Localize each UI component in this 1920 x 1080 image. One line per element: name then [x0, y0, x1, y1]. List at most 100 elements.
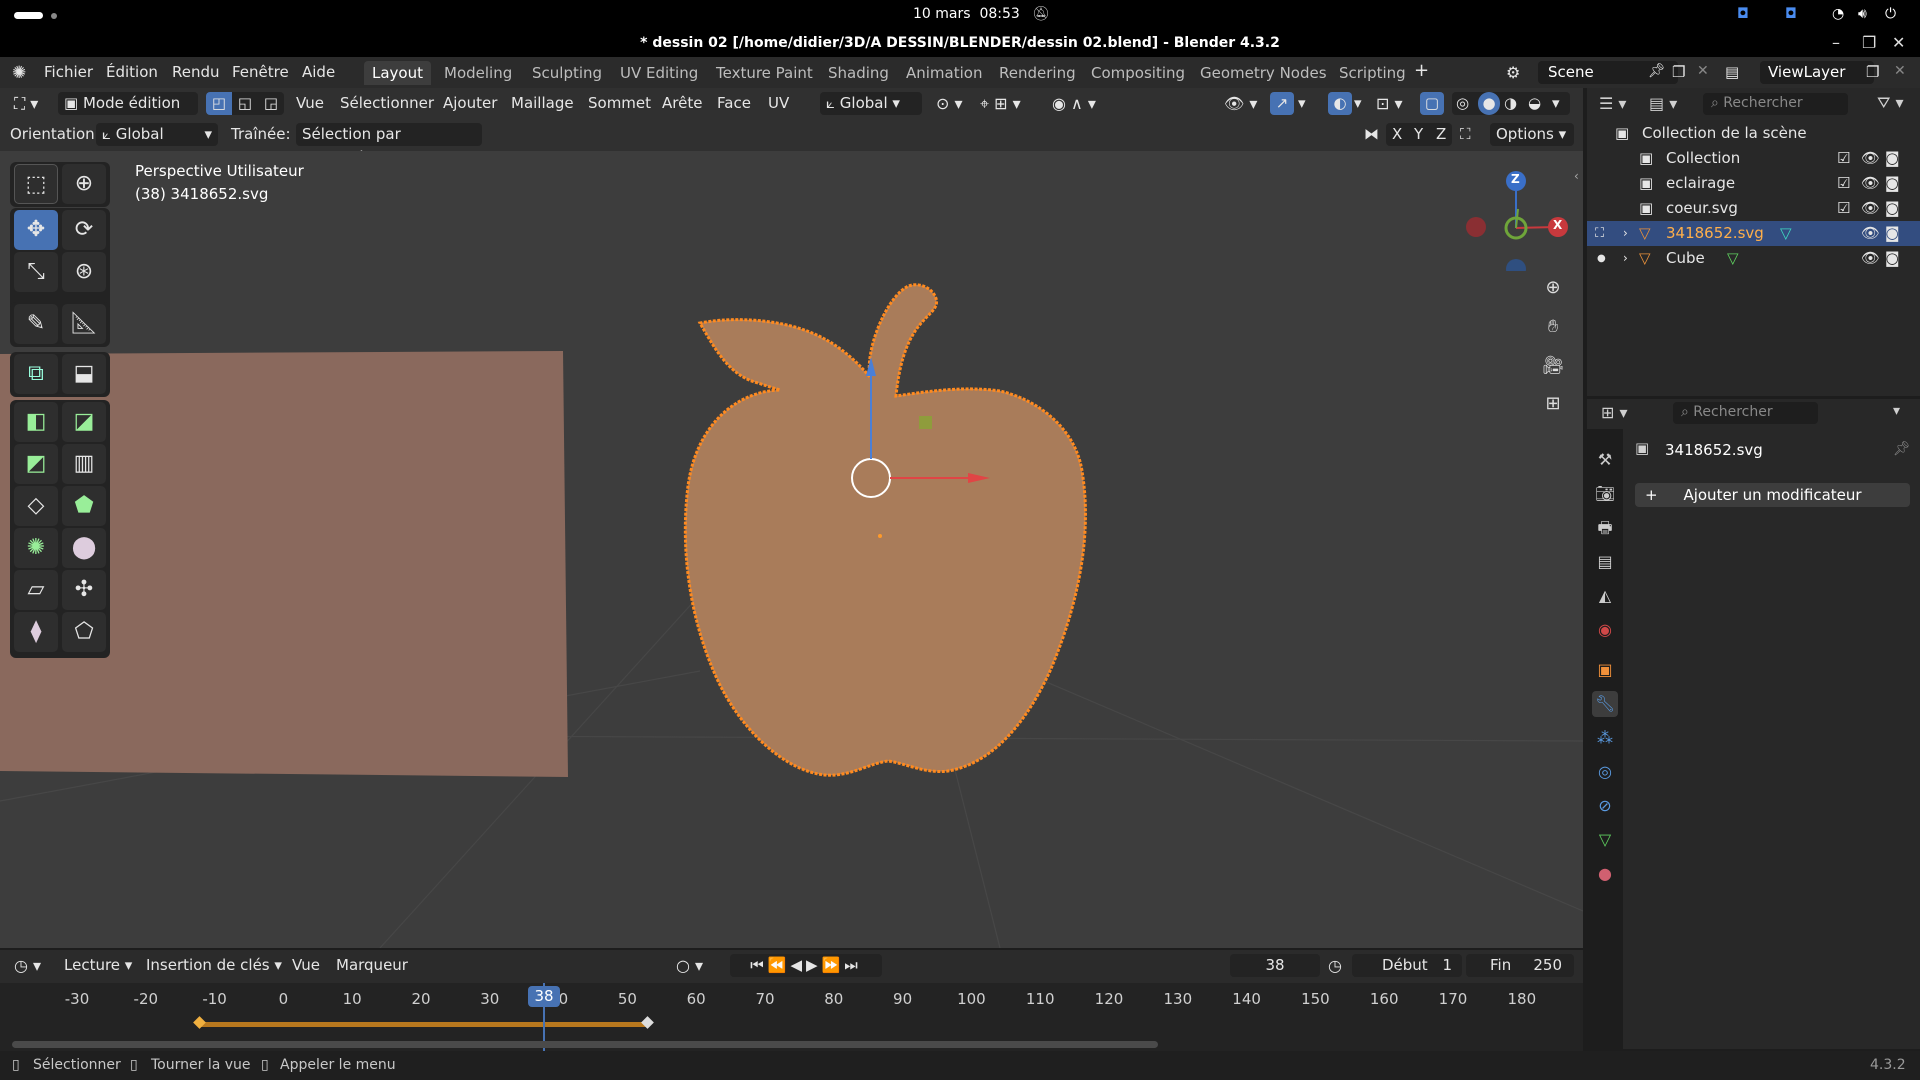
render-camera-icon[interactable]: ◙ — [1885, 171, 1900, 196]
xray-toggle-icon[interactable]: ▢ — [1420, 92, 1444, 115]
render-camera-icon[interactable]: ◙ — [1885, 221, 1900, 246]
preview-range-icon[interactable]: ◷ — [1328, 954, 1342, 977]
new-scene-icon[interactable]: ❐ — [1672, 63, 1685, 81]
tab-scripting[interactable]: Scripting — [1331, 61, 1414, 85]
bevel-icon[interactable]: ◩ — [14, 444, 58, 484]
rotate-icon[interactable]: ⟳ — [62, 210, 106, 250]
mesh-data-icon[interactable]: ▽ — [1780, 221, 1792, 246]
mirror-x-toggle[interactable]: X — [1392, 123, 1402, 146]
shear-icon[interactable]: ⧫ — [14, 612, 58, 652]
remove-view-layer-icon[interactable]: ✕ — [1894, 63, 1906, 79]
volume-icon[interactable]: 🔊︎ — [1858, 6, 1867, 22]
properties-editor-icon[interactable]: ⊞ ▾ — [1601, 403, 1628, 422]
timeline-marker-menu[interactable]: Marqueur — [336, 954, 408, 977]
add-mesh-icon[interactable]: ⬓ — [62, 354, 106, 394]
tab-animation[interactable]: Animation — [898, 61, 990, 85]
gizmo-plane-handle[interactable] — [919, 416, 932, 429]
menu-vertex[interactable]: Sommet — [588, 92, 651, 115]
outliner-row-cube[interactable]: ● › ▽ Cube ▽ 👁︎ ◙ — [1587, 246, 1920, 271]
menu-face[interactable]: Face — [717, 92, 751, 115]
mirror-z-toggle[interactable]: Z — [1436, 123, 1446, 146]
view-layer-icon[interactable]: ▤ — [1725, 63, 1739, 81]
annotate-icon[interactable]: ✎ — [14, 304, 58, 344]
snap-icon[interactable]: ⌖ ⊞ ▾ — [980, 92, 1021, 115]
expand-chevron-icon[interactable]: › — [1623, 246, 1628, 271]
knife-icon[interactable]: ◇ — [14, 486, 58, 526]
mirror-y-toggle[interactable]: Y — [1414, 123, 1423, 146]
mode-selector[interactable]: ▣ Mode édition ▾ — [58, 92, 198, 135]
visibility-eye-icon[interactable]: 👁︎ — [1861, 196, 1880, 221]
camera-view-icon[interactable]: 🎥︎ — [1538, 351, 1568, 381]
gizmo-toggle-icon[interactable]: ↗ — [1270, 92, 1294, 115]
edit-mode-indicator-icon[interactable]: ⛶ — [1595, 221, 1604, 246]
tool-tab-icon[interactable]: ⚒ — [1592, 447, 1618, 473]
shrink-fatten-icon[interactable]: ✣ — [62, 570, 106, 610]
menu-view[interactable]: Vue — [296, 92, 324, 115]
timeline-body[interactable]: -30-20-100102030405060708090100110120130… — [0, 983, 1583, 1051]
blender-logo-icon[interactable]: ✺ — [12, 63, 26, 83]
outliner-editor-icon[interactable]: ☰ ▾ — [1599, 94, 1626, 113]
object-tab-icon[interactable]: ▣ — [1592, 657, 1618, 683]
edge-slide-icon[interactable]: ▱ — [14, 570, 58, 610]
tab-uv-editing[interactable]: UV Editing — [612, 61, 706, 85]
activities-indicator[interactable] — [14, 12, 43, 19]
overlay-dropdown[interactable]: ▾ — [1354, 92, 1362, 115]
edge-select-icon[interactable]: ◱ — [232, 92, 258, 115]
pin-icon[interactable]: 📌︎ — [1893, 441, 1911, 457]
cursor-icon[interactable]: ⊕ — [62, 164, 106, 204]
data-tab-icon[interactable]: ▽ — [1592, 827, 1618, 853]
maximize-icon[interactable]: ❐ — [1862, 31, 1876, 55]
extrude-icon[interactable]: ◧ — [14, 402, 58, 442]
sidebar-toggle-icon[interactable]: ‹ — [1574, 169, 1579, 183]
playback-menu[interactable]: Lecture ▾ — [64, 954, 132, 977]
timeline-view-menu[interactable]: Vue — [292, 954, 320, 977]
menu-select[interactable]: Sélectionner — [340, 92, 434, 115]
playback-controls[interactable]: ⏮⏪◀▶⏩⏭ — [730, 954, 882, 977]
output-tab-icon[interactable]: 🖶︎ — [1592, 515, 1618, 541]
tab-geometry-nodes[interactable]: Geometry Nodes — [1192, 61, 1335, 85]
proportional-edit-icon[interactable]: ◉ ∧ ▾ — [1052, 92, 1096, 115]
editor-type-icon[interactable]: ⛶ ▾ — [14, 92, 38, 115]
transform-icon[interactable]: ⊛ — [62, 252, 106, 292]
3d-viewport[interactable]: Perspective Utilisateur (38) 3418652.svg… — [0, 151, 1583, 948]
menu-edit[interactable]: Édition — [106, 63, 158, 81]
material-tab-icon[interactable]: ● — [1592, 861, 1618, 887]
tab-sculpting[interactable]: Sculpting — [524, 61, 610, 85]
properties-search-input[interactable]: ⌕ Rechercher — [1673, 402, 1818, 424]
wireframe-shading-icon[interactable]: ◎ — [1456, 92, 1469, 115]
new-view-layer-icon[interactable]: ❐ — [1866, 63, 1879, 81]
navigation-gizmo[interactable]: Z X — [1462, 161, 1582, 279]
pivot-icon[interactable]: ⊙ ▾ — [936, 92, 963, 115]
render-camera-icon[interactable]: ◙ — [1885, 246, 1900, 271]
view-layer-selector[interactable]: ViewLayer — [1760, 61, 1874, 84]
spin-icon[interactable]: ✺ — [14, 528, 58, 568]
exclude-checkbox[interactable]: ☑ — [1837, 196, 1850, 221]
add-cube-icon[interactable]: ⧉ — [14, 354, 58, 394]
mesh-data-icon[interactable]: ▽ — [1727, 246, 1739, 271]
outliner-row-eclairage[interactable]: ▣ eclairage ☑ 👁︎ ◙ — [1587, 171, 1920, 196]
visibility-eye-icon[interactable]: 👁︎ — [1861, 171, 1880, 196]
menu-render[interactable]: Rendu — [172, 63, 220, 81]
add-workspace-icon[interactable]: + — [1414, 60, 1429, 81]
render-camera-icon[interactable]: ◙ — [1885, 146, 1900, 171]
remove-scene-icon[interactable]: ✕ — [1697, 63, 1709, 79]
mesh-overlay-icon[interactable]: ⊡ ▾ — [1376, 92, 1403, 115]
outliner-row-collection[interactable]: ▣ Collection ☑ 👁︎ ◙ — [1587, 146, 1920, 171]
visibility-eye-icon[interactable]: 👁︎ — [1861, 146, 1880, 171]
tab-layout[interactable]: Layout — [364, 61, 431, 85]
outliner-row-3418652[interactable]: ⛶ › ▽ 3418652.svg ▽ 👁︎ ◙ — [1587, 221, 1920, 246]
loop-cut-icon[interactable]: ▥ — [62, 444, 106, 484]
move-icon[interactable]: ✥ — [14, 210, 58, 250]
tab-shading[interactable]: Shading — [820, 61, 897, 85]
exclude-checkbox[interactable]: ☑ — [1837, 146, 1850, 171]
physics-tab-icon[interactable]: ◎ — [1592, 759, 1618, 785]
menu-window[interactable]: Fenêtre — [232, 63, 289, 81]
tab-modeling[interactable]: Modeling — [436, 61, 520, 85]
tab-compositing[interactable]: Compositing — [1083, 61, 1193, 85]
auto-merge-icon[interactable]: ⛶ — [1460, 123, 1471, 146]
world-tab-icon[interactable]: ◉ — [1592, 617, 1618, 643]
mirror-icon[interactable]: ⧓ — [1364, 123, 1379, 146]
minimize-icon[interactable]: – — [1832, 31, 1840, 55]
pan-icon[interactable]: ✋︎ — [1538, 312, 1568, 342]
close-icon[interactable]: ✕ — [1892, 31, 1905, 55]
